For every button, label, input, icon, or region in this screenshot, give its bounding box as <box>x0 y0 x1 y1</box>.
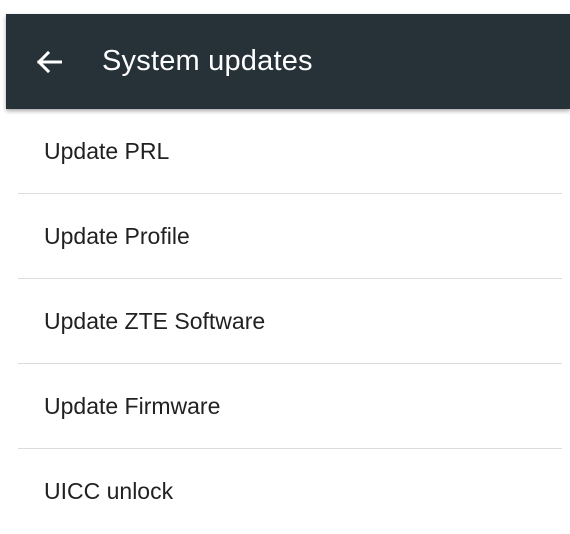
list-item-label: Update PRL <box>44 137 170 164</box>
app-bar: System updates <box>6 14 570 109</box>
page-title: System updates <box>102 45 313 77</box>
settings-list: Update PRL Update Profile Update ZTE Sof… <box>18 109 562 534</box>
list-item-update-profile[interactable]: Update Profile <box>18 194 562 279</box>
list-item-update-zte-software[interactable]: Update ZTE Software <box>18 279 562 364</box>
list-item-label: Update Profile <box>44 222 190 249</box>
list-item-label: Update Firmware <box>44 392 221 419</box>
list-item-update-firmware[interactable]: Update Firmware <box>18 364 562 449</box>
list-item-label: UICC unlock <box>44 478 174 504</box>
arrow-back-icon <box>36 50 62 74</box>
list-item-label: Update ZTE Software <box>44 307 266 334</box>
list-item-uicc-unlock[interactable]: UICC unlock <box>18 449 562 534</box>
back-button[interactable] <box>6 14 78 109</box>
list-item-update-prl[interactable]: Update PRL <box>18 109 562 194</box>
